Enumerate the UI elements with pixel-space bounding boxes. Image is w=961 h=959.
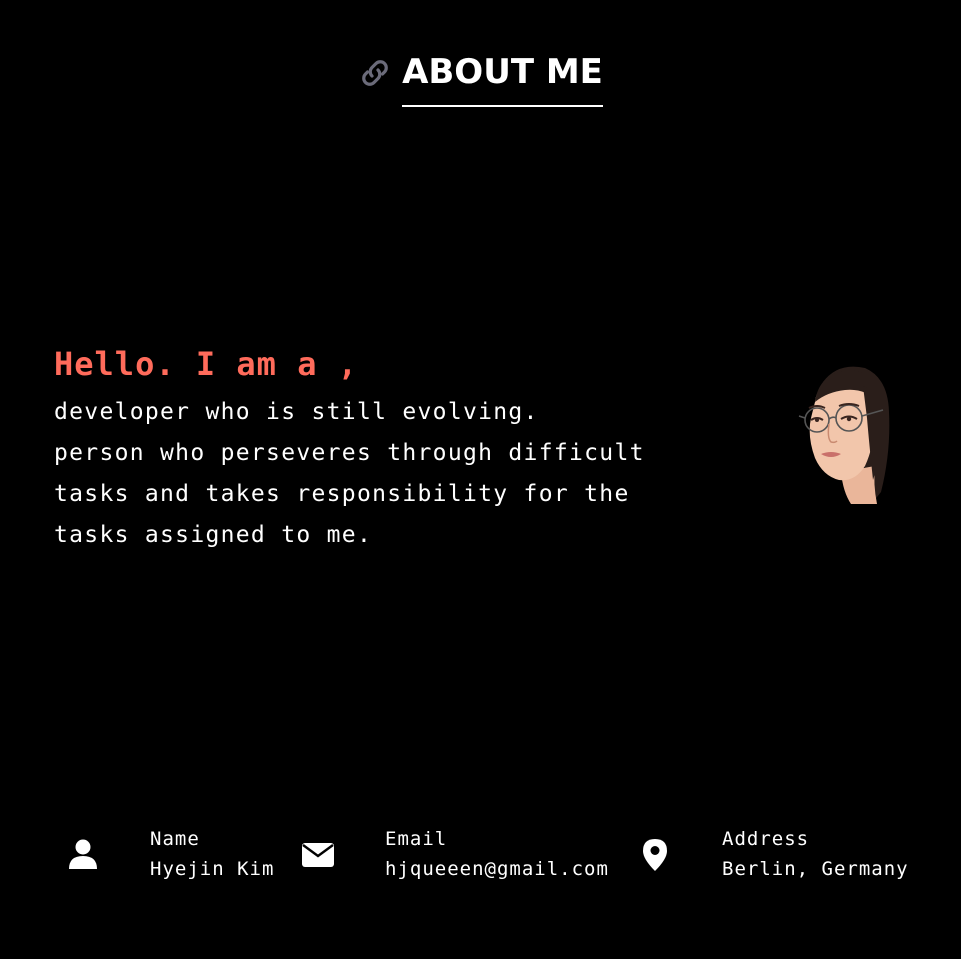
intro-line: tasks assigned to me. bbox=[54, 522, 373, 548]
intro-description: developer who is still evolving. person … bbox=[54, 392, 754, 556]
intro-line: developer who is still evolving. bbox=[54, 399, 539, 425]
map-pin-icon bbox=[643, 839, 667, 871]
address-value: Berlin, Germany bbox=[722, 858, 909, 880]
section-header: ABOUT ME bbox=[0, 52, 961, 107]
name-label: Name bbox=[150, 828, 200, 850]
name-value: Hyejin Kim bbox=[150, 858, 275, 880]
address-label: Address bbox=[722, 828, 810, 850]
intro-line: tasks and takes responsibility for the bbox=[54, 481, 630, 507]
envelope-icon bbox=[302, 843, 334, 867]
intro-section: Hello. I am a , developer who is still e… bbox=[54, 344, 754, 556]
title-wrap: ABOUT ME bbox=[402, 52, 603, 107]
title-underline bbox=[402, 105, 603, 107]
portrait-illustration bbox=[798, 366, 890, 504]
header-inner: ABOUT ME bbox=[358, 52, 603, 107]
greeting-text: Hello. I am a , bbox=[54, 345, 358, 383]
email-label: Email bbox=[385, 828, 448, 850]
link-icon bbox=[362, 60, 388, 86]
user-icon bbox=[69, 839, 97, 869]
email-value[interactable]: hjqueeen@gmail.com bbox=[385, 858, 609, 880]
contact-info: Name Hyejin Kim Email hjqueeen@gmail.com… bbox=[0, 826, 961, 896]
page-title: ABOUT ME bbox=[402, 52, 603, 92]
intro-line: person who perseveres through difficult bbox=[54, 440, 645, 466]
